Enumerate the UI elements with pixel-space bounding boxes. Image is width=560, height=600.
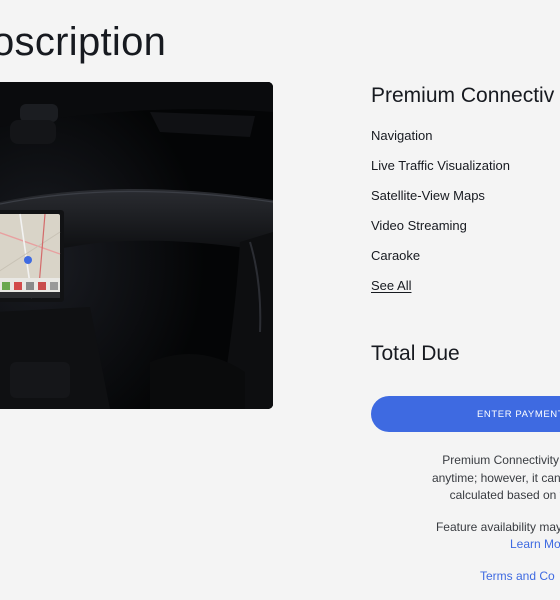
disclaimer-line: calculated based on your r (449, 488, 560, 502)
feature-item: Video Streaming (371, 218, 467, 233)
learn-more-link[interactable]: Learn Mo (510, 537, 560, 551)
subscription-page: oscription Premium Connectiv Navigation … (0, 0, 560, 600)
page-title: oscription (0, 20, 167, 64)
see-all-link[interactable]: See All (371, 278, 411, 293)
disclaimer-line: Feature availability may vary by (435, 520, 560, 534)
terms-and-conditions-link[interactable]: Terms and Co (480, 569, 555, 583)
enter-payment-button[interactable]: ENTER PAYMENT (371, 396, 560, 432)
disclaimer-line: Premium Connectivity subscr (442, 453, 560, 467)
total-due-heading: Total Due (371, 342, 460, 365)
feature-item: Live Traffic Visualization (371, 158, 510, 173)
disclaimer-line: anytime; however, it cannot be re (431, 470, 560, 485)
feature-item: Navigation (371, 128, 433, 143)
car-dashboard-illustration (0, 82, 273, 409)
availability-disclaimer: Feature availability may vary by (360, 519, 560, 537)
subscription-disclaimer: Premium Connectivity subscr anytime; how… (360, 452, 560, 505)
feature-item: Satellite-View Maps (371, 188, 485, 203)
feature-item: Caraoke (371, 248, 421, 263)
feature-list: Navigation Live Traffic Visualization Sa… (371, 127, 510, 277)
car-interior-image (0, 82, 273, 409)
plan-title: Premium Connectiv (371, 84, 555, 107)
